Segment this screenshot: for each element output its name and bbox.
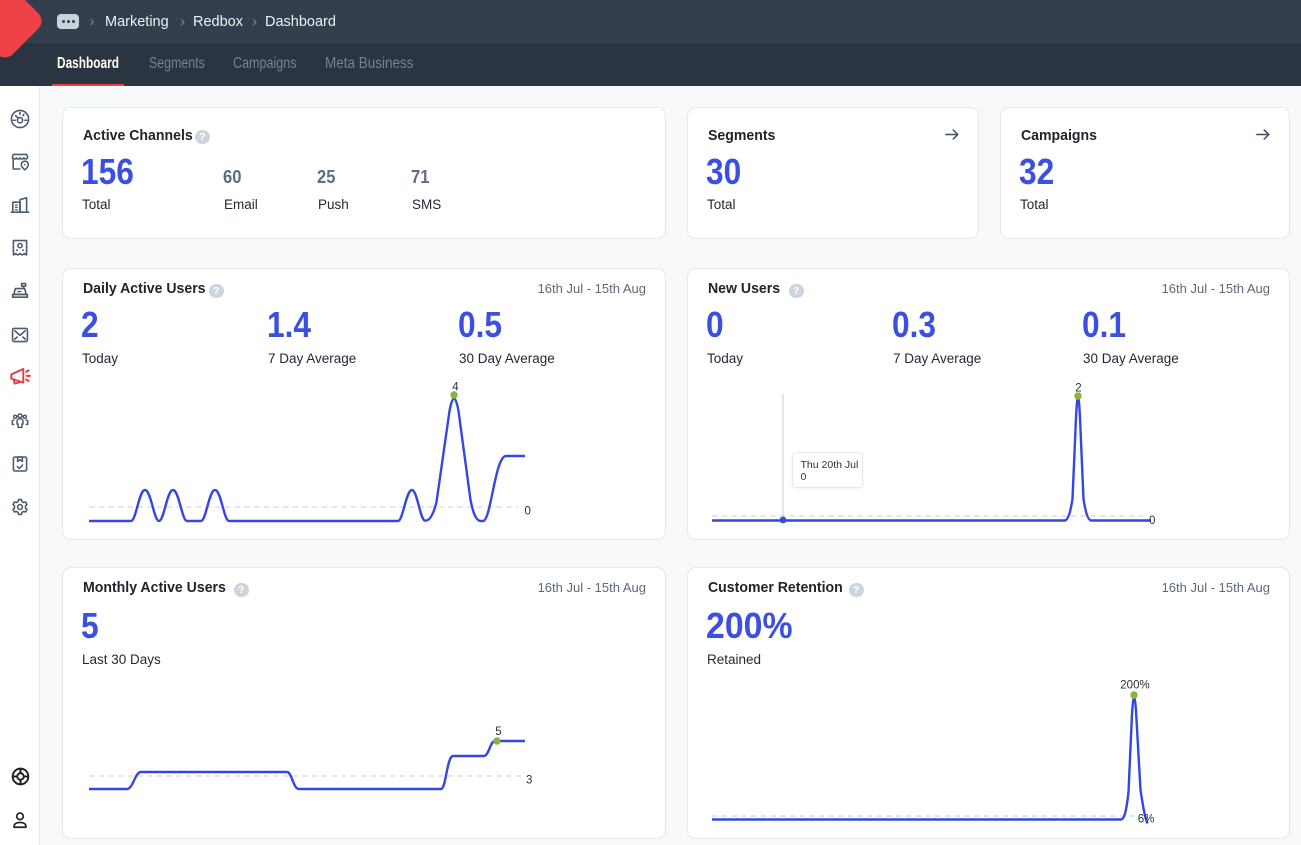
svg-text:5: 5 xyxy=(495,726,501,738)
svg-text:0: 0 xyxy=(1149,515,1155,527)
svg-text:6%: 6% xyxy=(1138,814,1155,826)
svg-text:200%: 200% xyxy=(1120,680,1149,692)
svg-text:3: 3 xyxy=(526,775,532,787)
svg-text:0: 0 xyxy=(525,506,531,518)
svg-text:2: 2 xyxy=(1075,383,1081,395)
svg-text:4: 4 xyxy=(452,382,459,394)
